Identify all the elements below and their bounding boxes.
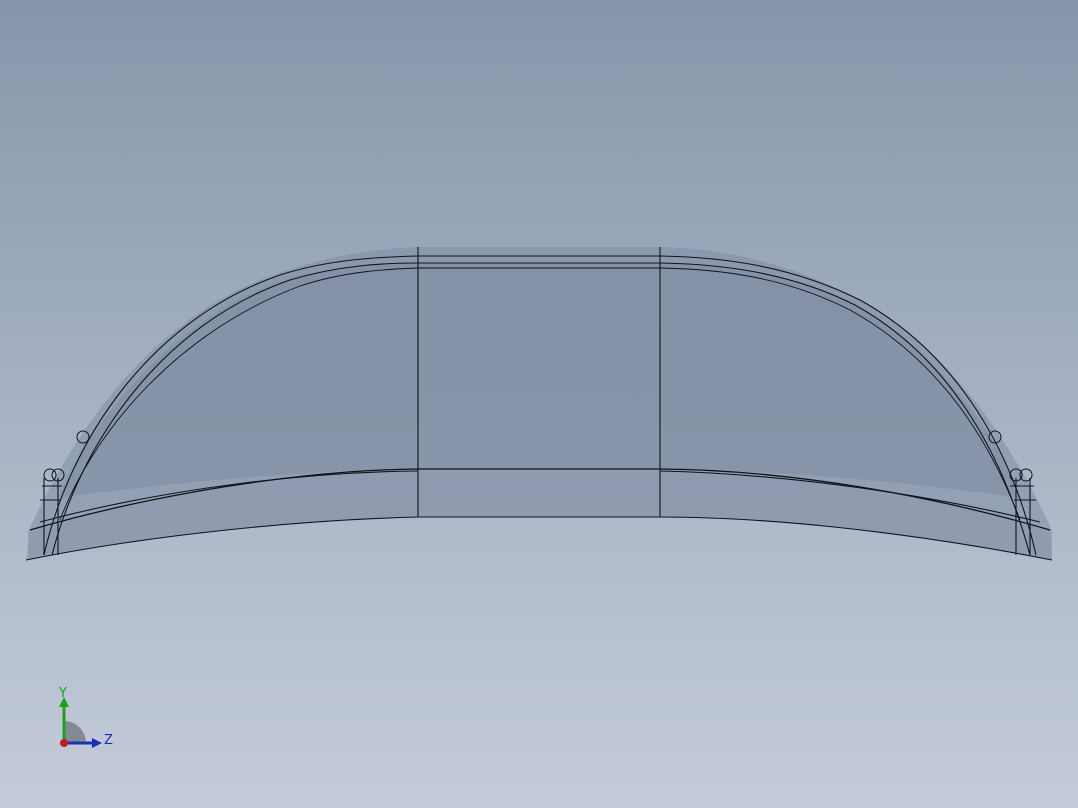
- part-model[interactable]: [0, 0, 1078, 808]
- y-axis-label: Y: [58, 686, 67, 701]
- triad-shade: [64, 721, 86, 743]
- graphics-viewport[interactable]: Y Z: [0, 0, 1078, 808]
- x-axis-dot: [60, 739, 68, 747]
- center-panel-face[interactable]: [418, 263, 660, 469]
- z-axis-arrowhead: [92, 738, 102, 748]
- reference-triad: Y Z: [58, 686, 113, 748]
- z-axis-label: Z: [104, 733, 113, 748]
